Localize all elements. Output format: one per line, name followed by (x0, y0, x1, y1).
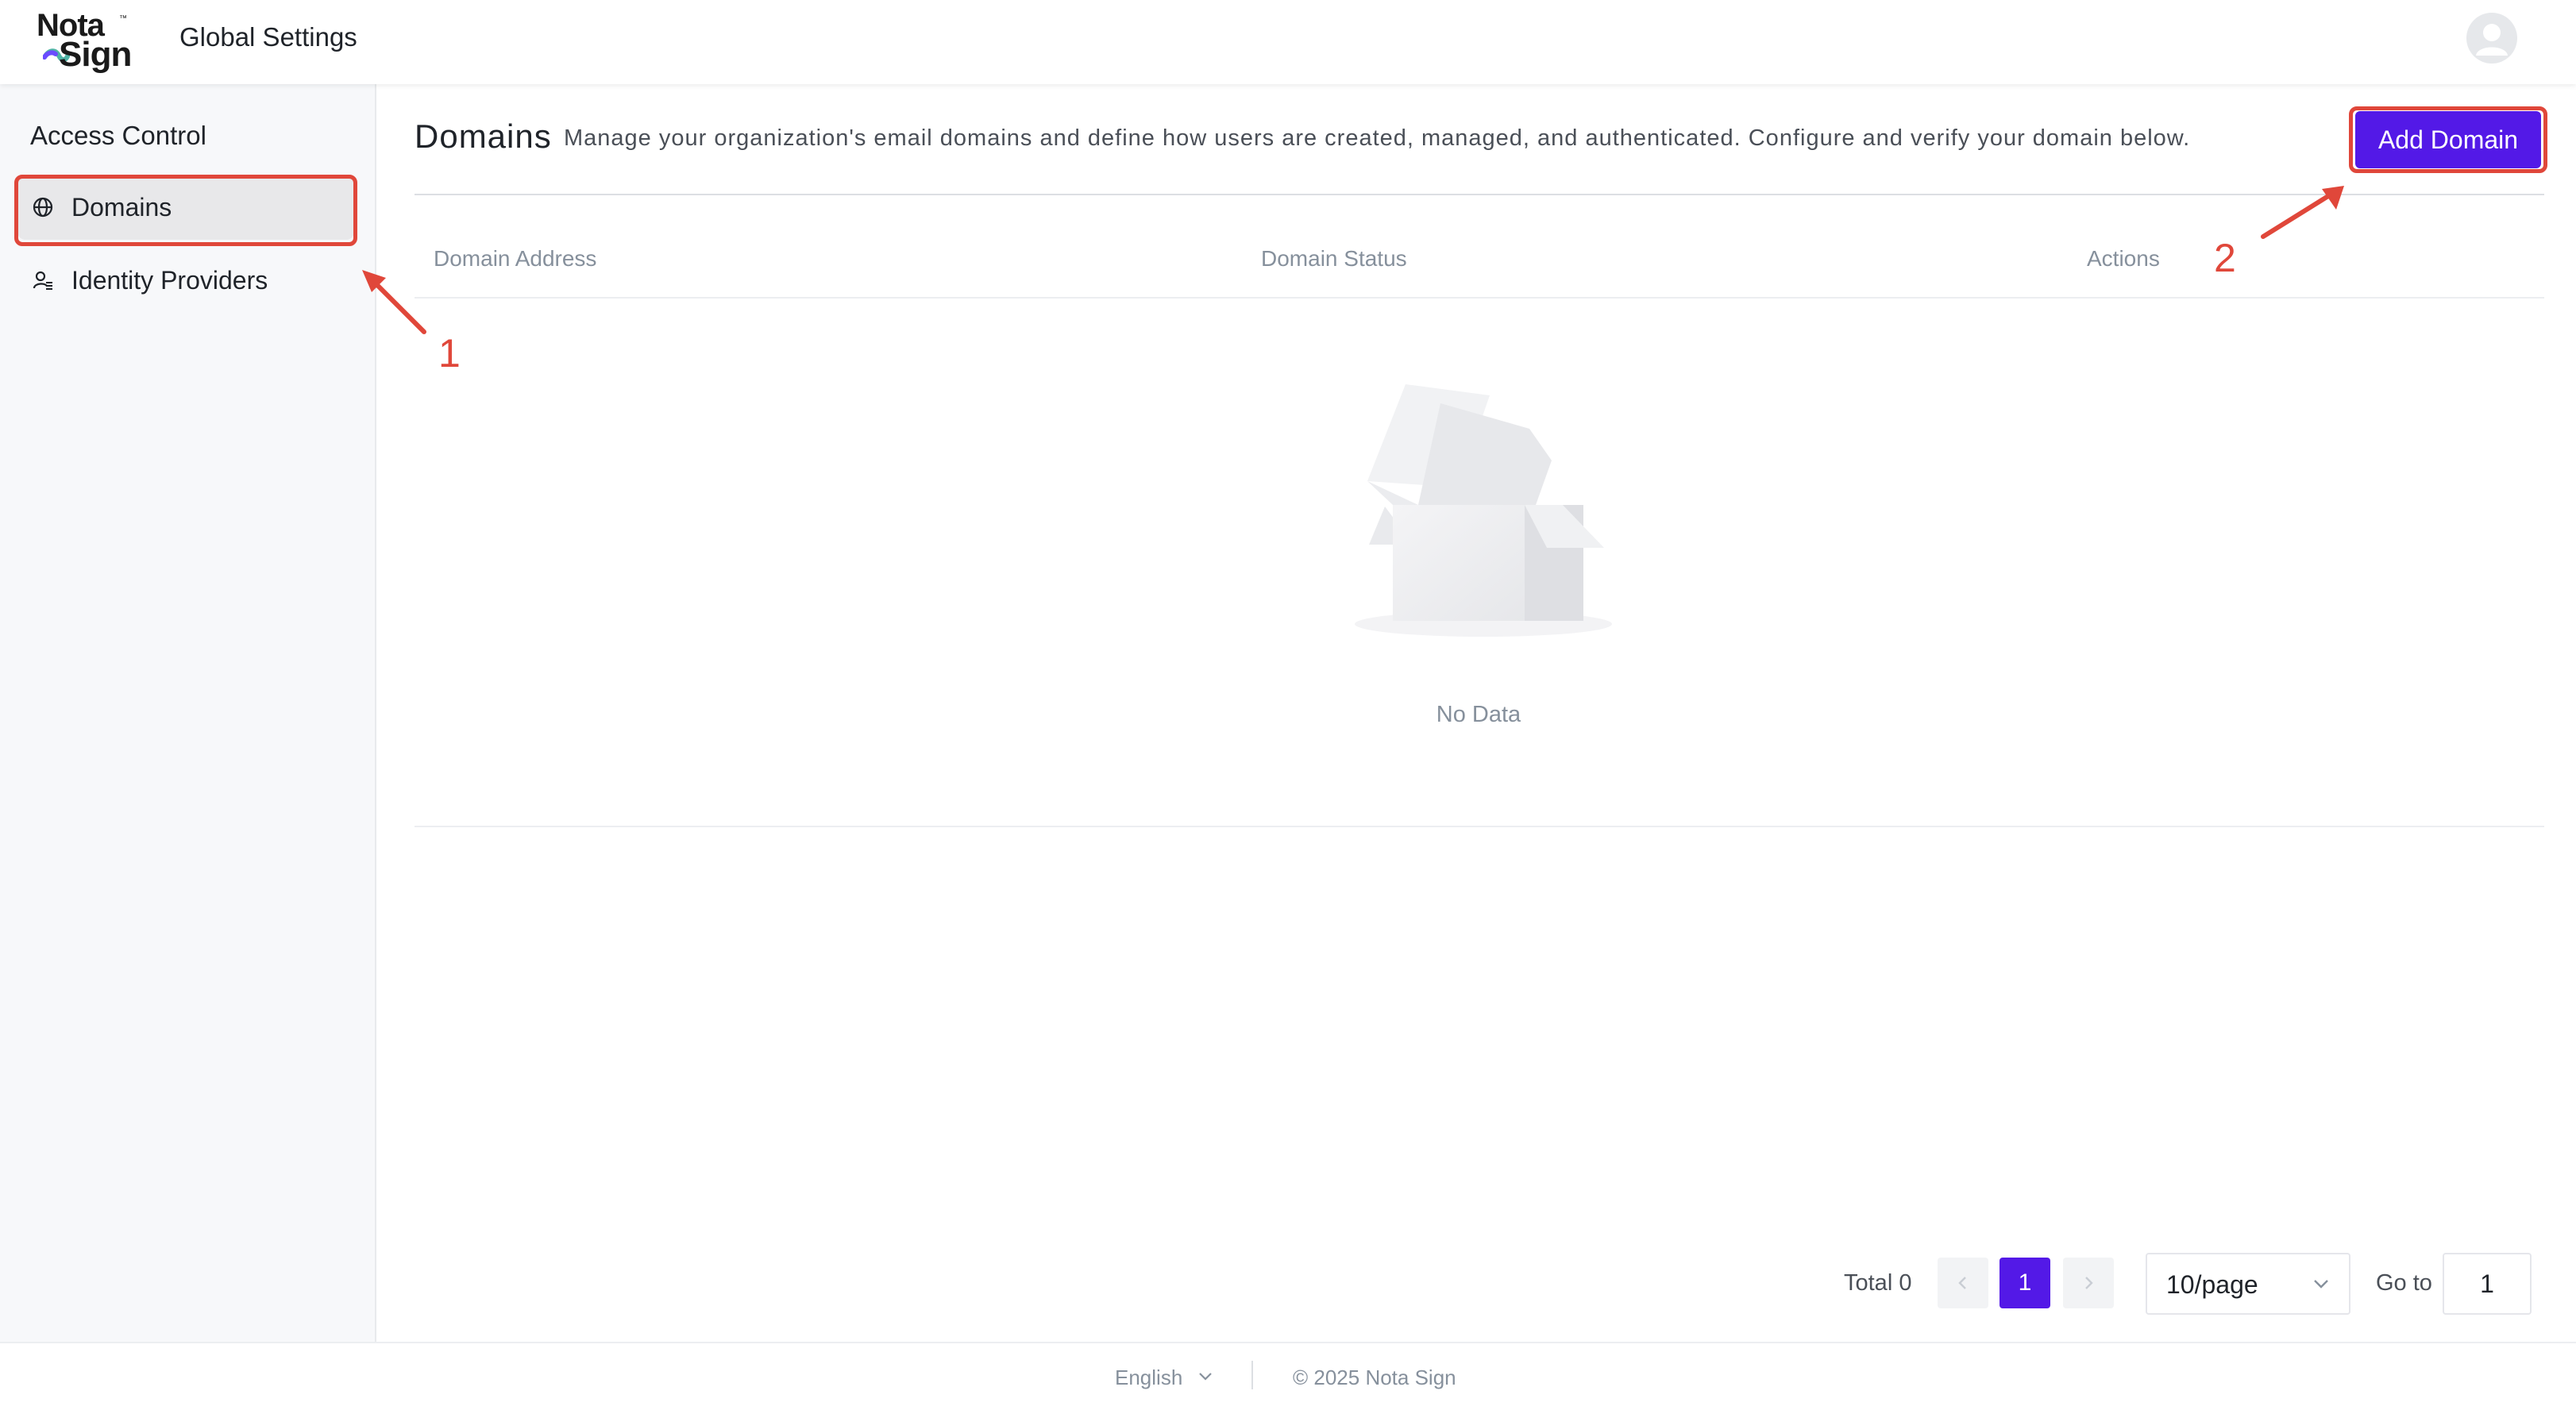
annotation-number-2: 2 (2214, 236, 2236, 280)
chevron-right-icon (2085, 1277, 2093, 1289)
column-header-domain-status[interactable]: Domain Status (1261, 246, 1407, 272)
language-chevron-down-icon[interactable] (1197, 1370, 1213, 1383)
prev-page-button[interactable] (1938, 1258, 1988, 1308)
avatar-silhouette-icon (2468, 14, 2516, 62)
copyright-text: © 2025 Nota Sign (1293, 1366, 1456, 1389)
sidebar-item-label: Identity Providers (71, 265, 268, 295)
footer-divider (1251, 1361, 1253, 1389)
empty-box-icon (1355, 384, 1612, 637)
goto-label: Go to (2376, 1270, 2432, 1296)
page-button-current[interactable]: 1 (1999, 1258, 2050, 1308)
table-header-divider (415, 297, 2544, 299)
annotation-arrow-1 (362, 270, 426, 334)
sidebar-item-identity-providers[interactable]: Identity Providers (17, 248, 354, 313)
language-selector[interactable]: English (1115, 1366, 1182, 1390)
user-avatar-icon[interactable] (2466, 13, 2517, 64)
page-size-select[interactable]: 10/page (2146, 1253, 2350, 1315)
annotation-arrow-2 (2261, 186, 2344, 239)
page-description: Manage your organization's email domains… (564, 125, 2191, 151)
sidebar-item-domains[interactable]: Domains (17, 175, 354, 240)
sidebar-section-title: Access Control (30, 121, 206, 150)
nota-sign-logo[interactable]: Nota ™ Sign (37, 8, 140, 74)
user-list-icon (32, 269, 54, 291)
logo-text-sign: Sign (59, 35, 132, 74)
sidebar: Access Control Domains Identity Provider… (0, 84, 376, 1342)
page-size-value: 10/page (2166, 1270, 2258, 1299)
globe-icon (32, 196, 54, 218)
goto-page-input[interactable] (2443, 1253, 2532, 1315)
add-domain-button[interactable]: Add Domain (2355, 111, 2541, 168)
header-divider (415, 194, 2544, 195)
annotation-number-1: 1 (438, 331, 461, 376)
footer: English © 2025 Nota Sign (0, 1342, 2576, 1410)
column-header-domain-address[interactable]: Domain Address (434, 246, 596, 272)
next-page-button[interactable] (2063, 1258, 2114, 1308)
table-bottom-divider (415, 826, 2544, 827)
logo-trademark: ™ (119, 14, 127, 23)
sidebar-item-label: Domains (71, 192, 172, 222)
chevron-down-icon (2314, 1280, 2328, 1289)
pagination-total: Total 0 (1844, 1270, 1912, 1296)
page-title: Domains (415, 118, 552, 155)
chevron-left-icon (1958, 1277, 1966, 1289)
empty-state-text: No Data (1436, 702, 1521, 727)
app-title: Global Settings (179, 22, 357, 52)
column-header-actions[interactable]: Actions (2087, 246, 2160, 272)
top-header: Nota ™ Sign Global Settings (0, 0, 2576, 84)
